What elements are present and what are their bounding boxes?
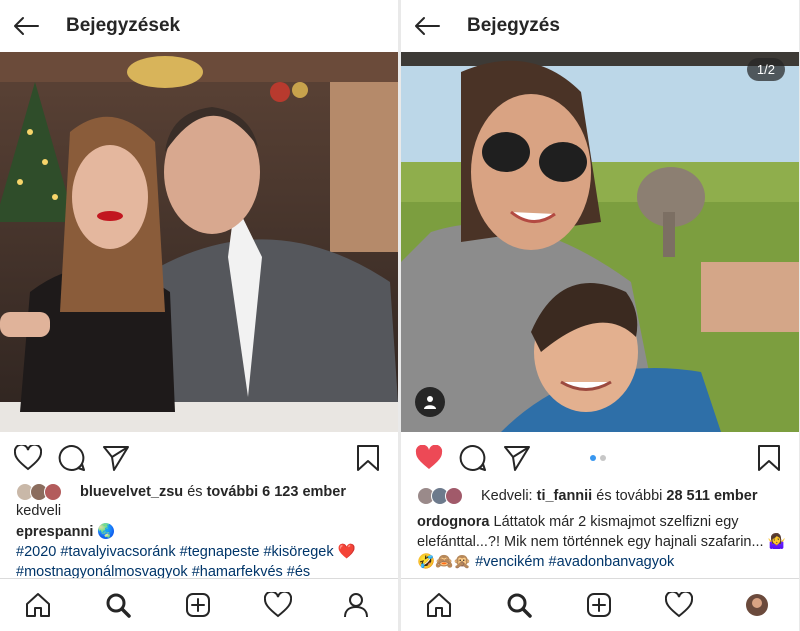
post-actions (401, 436, 799, 480)
likes-summary[interactable]: bluevelvet_zsu és további 6 123 ember ke… (16, 482, 386, 521)
caption-hashtags[interactable]: #2020 #tavalyivacsoránk #tegnapeste #kis… (16, 544, 334, 560)
caption-username[interactable]: ordognora (417, 514, 490, 530)
caption-hashtags[interactable]: #vencikém #avadonbanvagyok (475, 554, 674, 570)
post-photo[interactable] (401, 52, 799, 432)
carousel-counter: 1/2 (746, 58, 785, 81)
new-post-icon[interactable] (585, 591, 613, 619)
profile-avatar[interactable] (743, 591, 771, 619)
bottom-nav (0, 578, 398, 631)
back-arrow-icon[interactable] (12, 12, 40, 40)
share-icon[interactable] (102, 444, 130, 472)
header: Bejegyzés (401, 0, 799, 52)
liker-username[interactable]: ti_fannii (537, 488, 593, 504)
post-caption: eprespanni 🌏 #2020 #tavalyivacsoránk #te… (16, 522, 388, 578)
caption-hashtags-2[interactable]: #mostnagyonálmosvagyok #hamarfekvés #és (16, 564, 310, 578)
likes-and: és (187, 483, 203, 500)
home-icon[interactable] (24, 591, 52, 619)
bookmark-icon[interactable] (755, 444, 783, 472)
likes-summary[interactable]: Kedveli: ti_fannii és további 28 511 emb… (417, 486, 787, 506)
share-icon[interactable] (503, 444, 531, 472)
post-photo[interactable] (0, 52, 398, 432)
tagged-users-icon[interactable] (415, 387, 445, 417)
heart-filled-icon[interactable] (415, 444, 443, 472)
carousel-dot (600, 455, 606, 461)
liker-avatars (417, 486, 475, 506)
profile-icon[interactable] (342, 591, 370, 619)
activity-heart-icon[interactable] (665, 591, 693, 619)
bottom-nav (401, 578, 799, 631)
post-list-screen: Bejegyzések bluevelvet_zsu és további 6 … (0, 0, 398, 631)
comment-icon[interactable] (459, 444, 487, 472)
post-caption: ordognora Láttatok már 2 kismajmot szelf… (417, 512, 789, 578)
single-post-screen: Bejegyzés 1/2 Kedveli: ti_fannii és tová… (401, 0, 799, 631)
likes-prefix: Kedveli: (481, 487, 533, 504)
header: Bejegyzések (0, 0, 398, 52)
carousel-dot-active (590, 455, 596, 461)
caption-emoji: 🌏 (97, 524, 116, 540)
likes-and: és további (596, 487, 663, 504)
search-icon[interactable] (505, 591, 533, 619)
liker-avatars (16, 482, 74, 502)
search-icon[interactable] (104, 591, 132, 619)
comment-icon[interactable] (58, 444, 86, 472)
bookmark-icon[interactable] (354, 444, 382, 472)
page-title: Bejegyzés (467, 15, 560, 36)
activity-heart-icon[interactable] (264, 591, 292, 619)
heart-icon[interactable] (14, 444, 42, 472)
carousel-dots (590, 455, 606, 461)
page-title: Bejegyzések (66, 15, 181, 36)
post-actions (0, 436, 398, 480)
likes-others[interactable]: 28 511 ember (666, 488, 757, 504)
back-arrow-icon[interactable] (413, 12, 441, 40)
caption-heart-emoji: ❤️ (337, 544, 356, 560)
caption-username[interactable]: eprespanni (16, 524, 93, 540)
likes-others[interactable]: további 6 123 ember (207, 484, 346, 500)
home-icon[interactable] (425, 591, 453, 619)
likes-suffix: kedveli (16, 503, 62, 519)
new-post-icon[interactable] (184, 591, 212, 619)
liker-username[interactable]: bluevelvet_zsu (80, 484, 183, 500)
